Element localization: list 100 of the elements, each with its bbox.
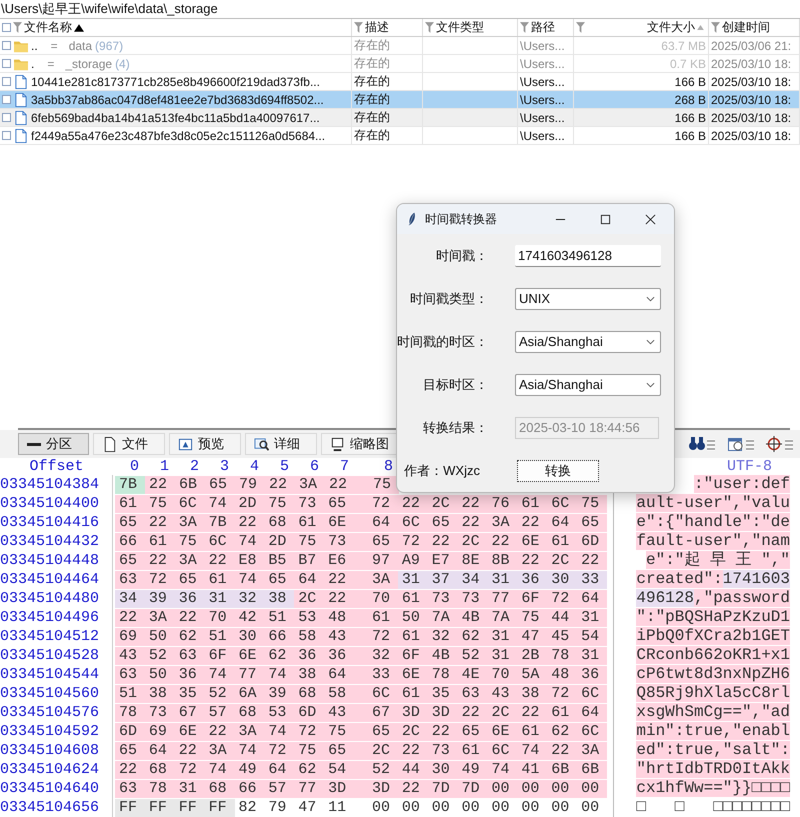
hex-byte: 77 [487, 590, 518, 608]
hex-byte: 6F [204, 646, 234, 664]
size-cell: 0.7 KB [670, 56, 706, 70]
checkbox[interactable] [2, 131, 11, 140]
file-row[interactable]: 6feb569bad4ba14b41a513fe4bc11a5bd1a40097617... 存在的 \Users... 166 B 2025/03/10 18: [0, 109, 800, 127]
dropdown[interactable]: UNIX [515, 288, 661, 310]
file-row[interactable]: 3a5bb37ab86ac047d8ef481ee2e7bd3683d694ff8502... 存在的 \Users... 268 B 2025/03/10 18: [0, 91, 800, 109]
path-cell: \Users... [520, 56, 565, 70]
checkbox[interactable] [2, 41, 11, 50]
decoded-text: :"user:def [694, 475, 790, 493]
hex-byte: 65 [324, 494, 368, 512]
hex-byte: 6F [398, 646, 428, 664]
hex-byte: 74 [204, 760, 234, 778]
hex-byte: 22 [174, 742, 205, 760]
hex-byte: 22 [458, 704, 488, 722]
column-header[interactable]: 文件大小 [574, 19, 709, 36]
hex-byte: 61 [517, 722, 548, 740]
hex-byte: 22 [204, 722, 234, 740]
checkbox[interactable] [2, 95, 11, 104]
hex-byte: 22 [398, 742, 428, 760]
filter-icon[interactable] [425, 22, 434, 33]
column-header[interactable]: 描述 [352, 19, 423, 36]
hex-byte: 6C [174, 494, 205, 512]
hex-byte: 22 [325, 476, 369, 494]
tab[interactable]: 详细 [245, 433, 317, 456]
convert-button[interactable]: 转换 [517, 460, 599, 482]
hex-byte: 61 [547, 704, 578, 722]
hex-byte: B7 [294, 552, 324, 570]
hex-byte: 3A [174, 552, 205, 570]
column-index: 5 [279, 458, 290, 475]
hex-byte: 49 [234, 760, 264, 778]
tab[interactable]: 文件 [93, 433, 165, 456]
hex-byte: 39 [264, 684, 294, 702]
hex-byte: 00 [517, 780, 548, 798]
column-index: 7 [339, 458, 350, 475]
hex-byte: 48 [547, 666, 578, 684]
hex-byte: 31 [204, 590, 234, 608]
checkbox[interactable] [2, 77, 11, 86]
size-cell: 166 B [674, 110, 706, 124]
hex-byte: 62 [294, 760, 324, 778]
calendar-icon[interactable] [726, 435, 756, 454]
decoded-text: created": [636, 570, 723, 588]
hex-byte: 64 [368, 514, 398, 532]
hex-byte: 22 [324, 570, 368, 588]
hex-byte: 65 [205, 476, 235, 494]
file-row[interactable]: .. = data (967) 存在的 \Users... 63.7 MB 2025/03/06 21: [0, 37, 800, 55]
offset-value: 03345104400 [0, 494, 113, 513]
folder-label: data [68, 38, 92, 52]
file-row[interactable]: f2449a55a476e23c487bfe3d8c05e2c151126a0d5684... 存在的 \Users... 166 B 2025/03/10 18: [0, 127, 800, 145]
filter-icon[interactable] [13, 22, 22, 33]
crosshair-icon[interactable] [765, 435, 795, 454]
column-header[interactable]: 文件类型 [423, 19, 518, 36]
hex-byte: 74 [234, 532, 264, 550]
decoded-text: ed":true,"salt": [636, 741, 790, 759]
offset-value: 03345104592 [0, 722, 113, 741]
monitor-icon [330, 436, 345, 452]
hex-byte: 22 [145, 476, 175, 494]
hex-byte: 6C [204, 532, 234, 550]
hex-byte: 2D [234, 494, 264, 512]
hex-byte: 61 [398, 590, 428, 608]
hex-byte: 61 [294, 514, 324, 532]
hex-byte: 73 [458, 590, 488, 608]
input-field[interactable]: 1741603496128 [515, 244, 661, 266]
close-icon[interactable] [645, 214, 656, 224]
hex-byte: 75 [294, 742, 324, 760]
checkbox[interactable] [2, 113, 11, 122]
dropdown[interactable]: Asia/Shanghai [515, 374, 661, 396]
hex-byte: 37 [428, 570, 458, 588]
column-header[interactable]: 路径 [518, 19, 574, 36]
hex-byte: 42 [234, 608, 264, 626]
hex-byte: 65 [324, 742, 368, 760]
offset-value: 03345104640 [0, 779, 113, 798]
tab[interactable]: 预览 [169, 433, 241, 456]
hex-byte: 61 [398, 684, 428, 702]
chevron-icon [646, 296, 655, 302]
checkbox[interactable] [2, 59, 11, 68]
column-header[interactable]: 创建时间 [709, 19, 800, 36]
offset-value: 03345104432 [0, 532, 113, 551]
offset-value: 03345104560 [0, 684, 113, 703]
filter-icon[interactable] [354, 22, 363, 33]
hex-byte: 65 [458, 722, 488, 740]
column-index: 3 [219, 458, 230, 475]
dropdown[interactable]: Asia/Shanghai [515, 330, 661, 352]
filter-icon[interactable] [520, 22, 529, 33]
hex-byte: 36 [294, 646, 324, 664]
offset-value: 03345104480 [0, 589, 113, 608]
hex-byte: 61 [458, 742, 488, 760]
column-header[interactable]: 文件名称 [0, 19, 352, 36]
filter-icon[interactable] [711, 22, 720, 33]
checkbox[interactable] [2, 23, 11, 32]
column-index: 6 [309, 458, 320, 475]
hex-byte: 00 [400, 798, 421, 816]
hex-byte: 63 [174, 646, 205, 664]
author-label: 作者：WXjzc [403, 462, 480, 480]
hex-byte: 35 [428, 684, 458, 702]
hex-byte: 62 [264, 646, 294, 664]
file-row[interactable]: . = _storage (4) 存在的 \Users... 0.7 KB 2025/03/10 18: [0, 55, 800, 73]
tab[interactable]: 分区 [18, 433, 89, 456]
filter-icon[interactable] [576, 22, 585, 33]
maximize-icon[interactable] [600, 214, 611, 224]
